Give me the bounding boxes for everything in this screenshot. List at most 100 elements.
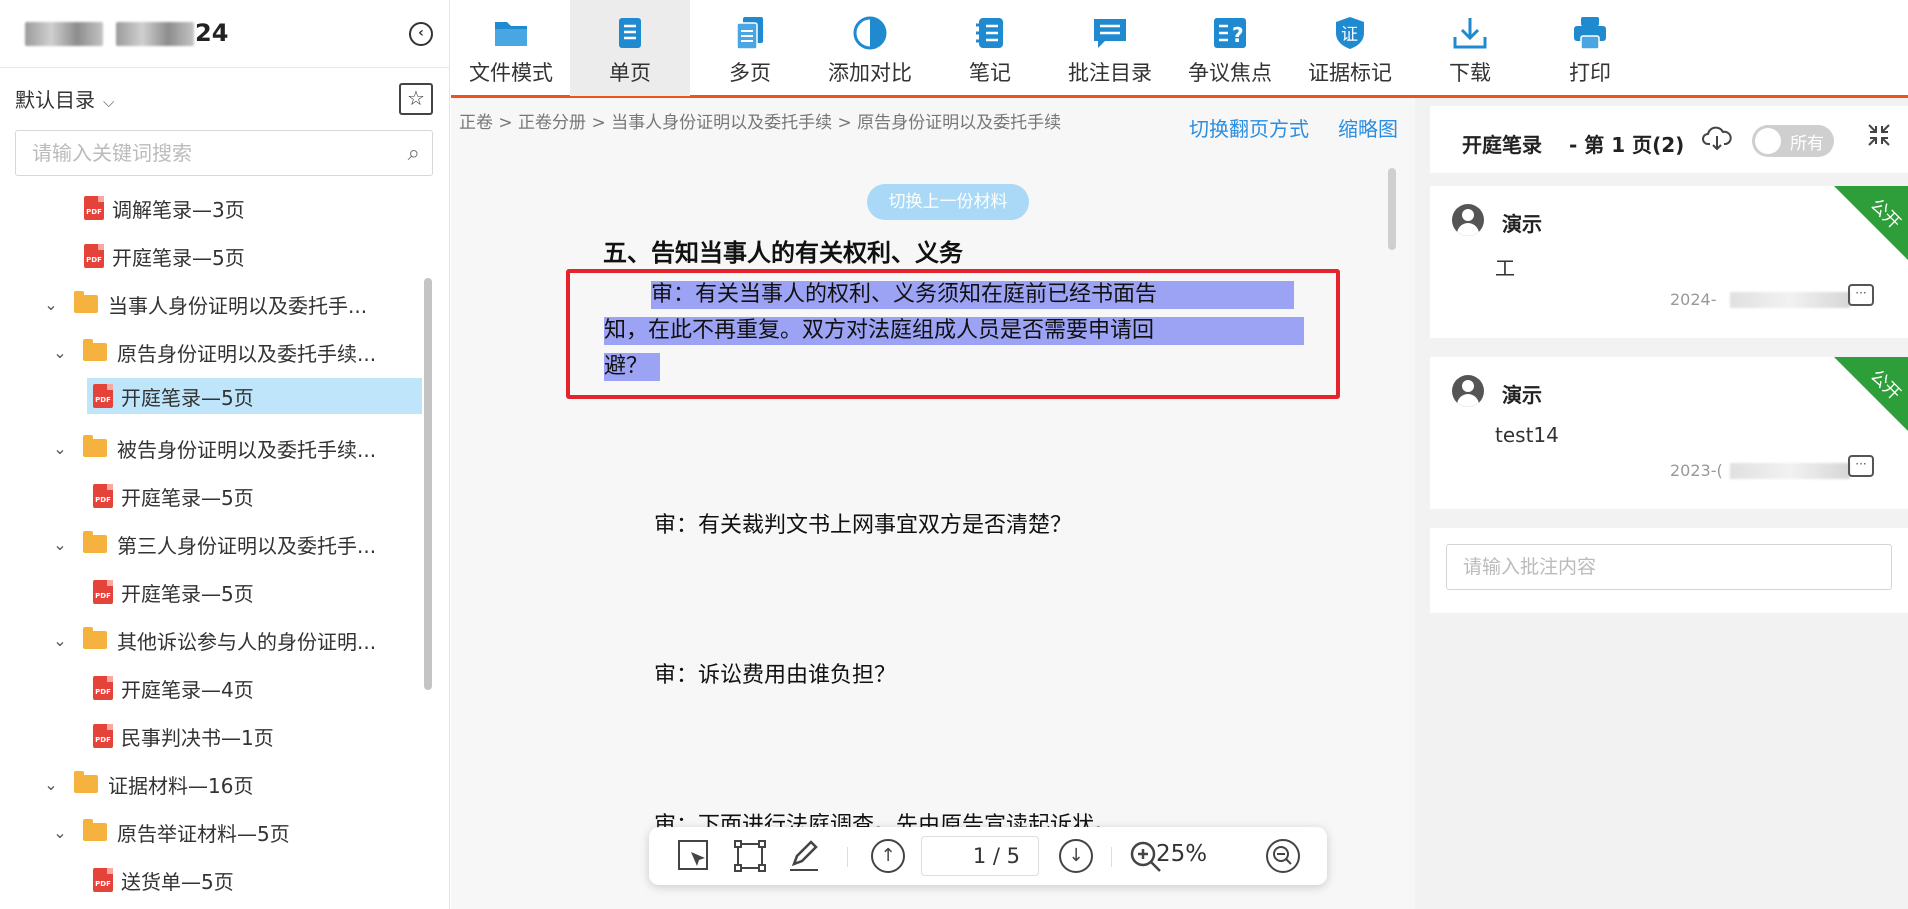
tree-item-label: 被告身份证明以及委托手续...	[117, 437, 377, 462]
evidence-mark-icon: 证	[1331, 15, 1369, 51]
previous-page-icon[interactable]: ↑	[871, 839, 905, 873]
download-button[interactable]: 下载	[1410, 0, 1530, 96]
tree-item-label: 民事判决书—1页	[121, 725, 274, 750]
print-icon	[1571, 15, 1609, 51]
tree-item-pdf[interactable]: PDF 开庭笔录—4页	[93, 670, 254, 706]
dispute-focus-button[interactable]: ? 争议焦点	[1170, 0, 1290, 96]
catalog-dropdown[interactable]: 默认目录 ⌵	[15, 84, 114, 113]
chevron-down-icon[interactable]: ⌄	[49, 535, 71, 554]
chevron-down-icon[interactable]: ⌄	[40, 295, 62, 314]
zoom-level: 25%	[1156, 841, 1208, 867]
pdf-file-icon: PDF	[93, 580, 113, 604]
notes-button[interactable]: 笔记	[930, 0, 1050, 96]
toolbar: 文件模式 单页 多页 添加对比 笔记 批注目录 ? 争议焦点 证 证据标记 下载…	[451, 0, 1908, 98]
print-label: 打印	[1569, 61, 1611, 85]
note-card[interactable]: 演示 工 2024- ··· 公开	[1430, 186, 1908, 338]
search-input[interactable]	[16, 131, 376, 175]
tree-item-pdf[interactable]: PDF 开庭笔录—5页	[93, 574, 254, 610]
dispute-focus-icon: ?	[1211, 15, 1249, 51]
pdf-file-icon: PDF	[93, 384, 113, 408]
pdf-file-icon: PDF	[84, 196, 104, 220]
compare-icon	[851, 15, 889, 51]
switch-page-mode-link[interactable]: 切换翻页方式	[1189, 113, 1309, 142]
multi-page-label: 多页	[729, 61, 771, 85]
chevron-down-icon: ⌵	[103, 93, 115, 111]
print-button[interactable]: 打印	[1530, 0, 1650, 96]
annotation-list-button[interactable]: 批注目录	[1050, 0, 1170, 96]
tree-item-label: 开庭笔录—5页	[112, 245, 245, 270]
breadcrumb: 正卷 > 正卷分册 > 当事人身份证明以及委托手续 > 原告身份证明以及委托手续	[459, 113, 1062, 133]
select-cursor-icon[interactable]	[675, 838, 713, 874]
single-page-button[interactable]: 单页	[570, 0, 690, 96]
dispute-focus-label: 争议焦点	[1188, 61, 1272, 85]
folder-icon	[74, 771, 98, 793]
annotation-input[interactable]	[1446, 544, 1892, 590]
chevron-down-icon[interactable]: ⌄	[49, 823, 71, 842]
pdf-file-icon: PDF	[93, 724, 113, 748]
tree-item-folder[interactable]: ⌄ 其他诉讼参与人的身份证明...	[49, 622, 376, 658]
tree-item-folder[interactable]: ⌄ 当事人身份证明以及委托手...	[40, 286, 367, 322]
chevron-down-icon[interactable]: ⌄	[49, 631, 71, 650]
chevron-down-icon[interactable]: ⌄	[49, 439, 71, 458]
note-author: 演示	[1502, 212, 1542, 236]
folder-icon	[83, 819, 107, 841]
pdf-file-icon: PDF	[93, 676, 113, 700]
sidebar-scrollbar[interactable]	[424, 278, 432, 690]
pen-icon[interactable]	[785, 838, 823, 874]
folder-icon	[83, 435, 107, 457]
multi-page-button[interactable]: 多页	[690, 0, 810, 96]
previous-material-button[interactable]: 切换上一份材料	[867, 184, 1029, 220]
tree-item-label: 开庭笔录—5页	[121, 485, 254, 510]
shrink-icon[interactable]	[1866, 122, 1892, 155]
notes-label: 笔记	[969, 61, 1011, 85]
folder-icon	[83, 339, 107, 361]
catalog-tree: PDF 调解笔录—3页 PDF 开庭笔录—5页 ⌄ 当事人身份证明以及委托手..…	[0, 188, 432, 903]
tree-item-folder[interactable]: ⌄ 原告身份证明以及委托手续...	[49, 334, 376, 370]
zoom-out-icon[interactable]	[1266, 839, 1300, 873]
multi-page-icon	[731, 15, 769, 51]
catalog-label: 默认目录	[15, 88, 95, 112]
tree-item-pdf-selected[interactable]: PDF 开庭笔录—5页	[87, 378, 422, 414]
evidence-mark-label: 证据标记	[1308, 61, 1392, 85]
add-compare-label: 添加对比	[828, 61, 912, 85]
redacted-case-title	[25, 22, 103, 46]
bar-divider	[1111, 847, 1112, 867]
visibility-toggle[interactable]: 所有	[1752, 125, 1834, 157]
tree-item-pdf[interactable]: PDF 开庭笔录—5页	[93, 478, 254, 514]
chevron-down-icon[interactable]: ⌄	[49, 343, 71, 362]
note-date: 2024-	[1670, 290, 1717, 309]
document-scrollbar[interactable]	[1388, 168, 1396, 250]
comment-reply-icon[interactable]: ···	[1848, 455, 1874, 477]
redacted-date	[1730, 463, 1850, 479]
tree-item-folder[interactable]: ⌄ 原告举证材料—5页	[49, 814, 290, 850]
comment-reply-icon[interactable]: ···	[1848, 284, 1874, 306]
evidence-mark-button[interactable]: 证 证据标记	[1290, 0, 1410, 96]
add-compare-button[interactable]: 添加对比	[810, 0, 930, 96]
tree-item-pdf[interactable]: PDF 民事判决书—1页	[93, 718, 274, 754]
tree-item-pdf[interactable]: PDF 送货单—5页	[93, 862, 234, 898]
tree-item-pdf[interactable]: PDF 开庭笔录—5页	[84, 238, 245, 274]
search-icon[interactable]: ⌕	[408, 141, 420, 166]
tree-item-folder[interactable]: ⌄ 证据材料—16页	[40, 766, 253, 802]
evidence-mark-glyph: 证	[1341, 25, 1358, 45]
cloud-download-icon[interactable]	[1702, 124, 1732, 159]
notes-page-info: - 第 1 页(2)	[1569, 133, 1685, 157]
note-card[interactable]: 演示 test14 2023-( ··· 公开	[1430, 357, 1908, 509]
tree-item-label: 开庭笔录—4页	[121, 677, 254, 702]
page-number-input[interactable]	[921, 836, 1039, 876]
note-content: 工	[1495, 256, 1515, 280]
box-select-icon[interactable]	[731, 838, 769, 874]
folder-icon	[83, 531, 107, 553]
tree-item-folder[interactable]: ⌄ 第三人身份证明以及委托手...	[49, 526, 376, 562]
chevron-down-icon[interactable]: ⌄	[40, 775, 62, 794]
tree-item-label: 开庭笔录—5页	[121, 581, 254, 606]
next-page-icon[interactable]: ↓	[1059, 839, 1093, 873]
single-page-label: 单页	[609, 61, 651, 85]
collapse-sidebar-icon[interactable]: ‹	[409, 22, 433, 46]
file-mode-button[interactable]: 文件模式	[451, 0, 571, 96]
thumbnail-link[interactable]: 缩略图	[1338, 113, 1398, 142]
tree-item-label: 开庭笔录—5页	[121, 385, 254, 410]
tree-item-folder[interactable]: ⌄ 被告身份证明以及委托手续...	[49, 430, 376, 466]
favorite-star-icon[interactable]: ☆	[399, 83, 433, 115]
tree-item-pdf[interactable]: PDF 调解笔录—3页	[84, 190, 245, 226]
